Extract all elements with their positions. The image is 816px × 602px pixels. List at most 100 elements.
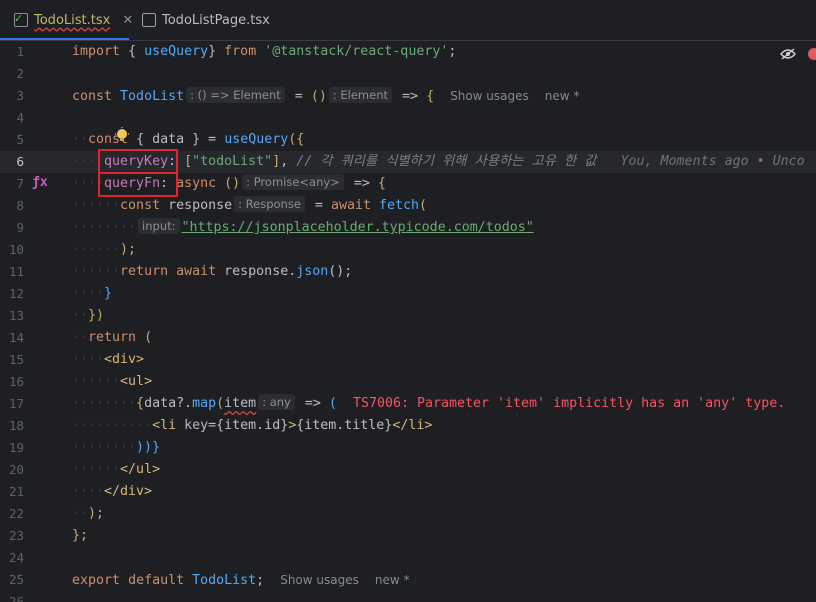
punct: ;: [256, 573, 265, 588]
string: "todoList": [192, 154, 273, 169]
punct: ,: [280, 154, 289, 169]
keyword: return: [88, 330, 137, 345]
string: '@tanstack/react-query': [264, 44, 449, 59]
jsx-tag: </div>: [104, 484, 153, 499]
identifier-error[interactable]: item: [224, 396, 256, 411]
code-line-17: ········{data?.map(item: any => ( TS7006…: [72, 394, 786, 411]
function-call: map: [192, 396, 217, 411]
brace: {: [136, 396, 145, 411]
tsx-file-check-icon: ✓: [14, 12, 28, 27]
brace: ))}: [136, 440, 161, 455]
code-line-11: ······return await response.json();: [72, 264, 353, 279]
identifier: useQuery: [144, 44, 209, 59]
parens: (): [224, 176, 241, 191]
paren: (: [216, 396, 225, 411]
code-line-9: ········ input: "https://jsonplaceholder.t…: [72, 218, 534, 235]
identifier: response: [224, 264, 289, 279]
paren: (: [328, 396, 337, 411]
keyword: return: [120, 264, 169, 279]
identifier: data: [144, 396, 177, 411]
keyword: default: [128, 573, 185, 588]
type-hint: : Promise<any>: [242, 174, 344, 190]
code-line-19: ········))}: [72, 440, 161, 455]
keyword: import: [72, 44, 121, 59]
jsx-expression: {item.id}: [216, 418, 289, 433]
show-usages-link[interactable]: Show usages: [450, 89, 529, 103]
operator: =: [208, 418, 217, 433]
bracket: ]: [272, 154, 281, 169]
keyword: export: [72, 573, 121, 588]
function-call: json: [296, 264, 329, 279]
git-blame-hint: You, Moments ago • Unco: [620, 154, 805, 169]
operator: ?.: [176, 396, 193, 411]
punct: ;: [448, 44, 457, 59]
punct: ();: [328, 264, 353, 279]
highlight-box-querykey: [98, 149, 178, 174]
type-hint: : any: [258, 394, 295, 410]
active-tab-indicator: [0, 38, 129, 40]
tab-todolist-tsx[interactable]: ✓ TodoList.tsx ✕: [14, 0, 133, 40]
code-line-8: ······const response: Response = await f…: [72, 196, 428, 213]
bracket: [: [184, 154, 193, 169]
error-indicator-icon[interactable]: [808, 48, 816, 60]
code-line-12: ····}: [72, 286, 113, 301]
keyword: await: [330, 198, 371, 213]
keyword: async: [176, 176, 217, 191]
brace: }: [208, 44, 217, 59]
code-line-21: ····</div>: [72, 484, 153, 499]
type-hint: : () => Element: [186, 87, 285, 103]
code-line-1: import { useQuery} from '@tanstack/react…: [0, 41, 816, 63]
keyword: const: [72, 89, 113, 104]
operator: =: [294, 89, 303, 104]
code-line-25: export default TodoList; Show usages new…: [0, 569, 816, 591]
jsx-tag: <div>: [104, 352, 145, 367]
keyword: const: [120, 198, 161, 213]
function-call: fetch: [379, 198, 420, 213]
lightbulb-icon[interactable]: [114, 127, 130, 145]
implementation-icon[interactable]: ƒx: [32, 175, 48, 190]
code-line-20: ······</ul>: [72, 462, 161, 477]
operator: =>: [402, 89, 419, 104]
tab-label: TodoList.tsx: [34, 12, 111, 28]
highlight-box-queryfn: [98, 172, 178, 197]
author-hint: new *: [544, 89, 580, 103]
author-hint: new *: [374, 573, 410, 587]
tab-todolistpage-tsx[interactable]: TodoListPage.tsx: [142, 0, 270, 40]
paren: (: [419, 198, 428, 213]
code-line-23: };: [0, 525, 816, 547]
show-usages-link[interactable]: Show usages: [280, 573, 359, 587]
operator: =: [208, 132, 217, 147]
brace: }): [88, 308, 105, 323]
jsx-expression: {item.title}: [296, 418, 393, 433]
code-line-14: ··return (: [72, 330, 153, 345]
keyword: await: [176, 264, 217, 279]
punct: );: [120, 242, 137, 257]
brace: }: [104, 286, 113, 301]
tab-label: TodoListPage.tsx: [162, 12, 270, 28]
code-line-13: ··}): [72, 308, 105, 323]
operator: =: [314, 198, 323, 213]
close-icon[interactable]: ✕: [122, 13, 133, 28]
editor-tab-bar: ✓ TodoList.tsx ✕ TodoListPage.tsx: [0, 0, 816, 41]
code-line-3: const TodoList: () => Element = (): Elem…: [0, 85, 816, 107]
line-number: 26: [0, 591, 816, 602]
code-line-15: ····<div>: [72, 352, 145, 367]
parens: (): [310, 89, 327, 104]
brace: {: [136, 132, 145, 147]
operator: =>: [304, 396, 321, 411]
code-line-22: ··);: [72, 506, 105, 521]
punct: );: [88, 506, 105, 521]
code-line-18: ··········<li key={item.id}>{item.title}…: [72, 418, 433, 433]
identifier: response: [168, 198, 233, 213]
punct: };: [72, 528, 89, 543]
brace: {: [377, 176, 386, 191]
type-hint: : Response: [234, 196, 305, 212]
inline-error-message: TS7006: Parameter 'item' implicitly has …: [352, 396, 786, 411]
url-string[interactable]: "https://jsonplaceholder.typicode.com/to…: [182, 220, 534, 235]
brace: {: [426, 89, 435, 104]
eye-crossed-icon[interactable]: [780, 48, 796, 60]
identifier: TodoList: [120, 89, 185, 104]
code-editor[interactable]: 1 2 3 4 5 6 7 8 9 10 11 12 13 14 15 16 17 18 19 20 21 22 23 24 2…: [0, 41, 816, 602]
jsx-attr: key: [184, 418, 209, 433]
comment: // 각 쿼리를 식별하기 위해 사용하는 고유 한 값: [296, 154, 597, 169]
